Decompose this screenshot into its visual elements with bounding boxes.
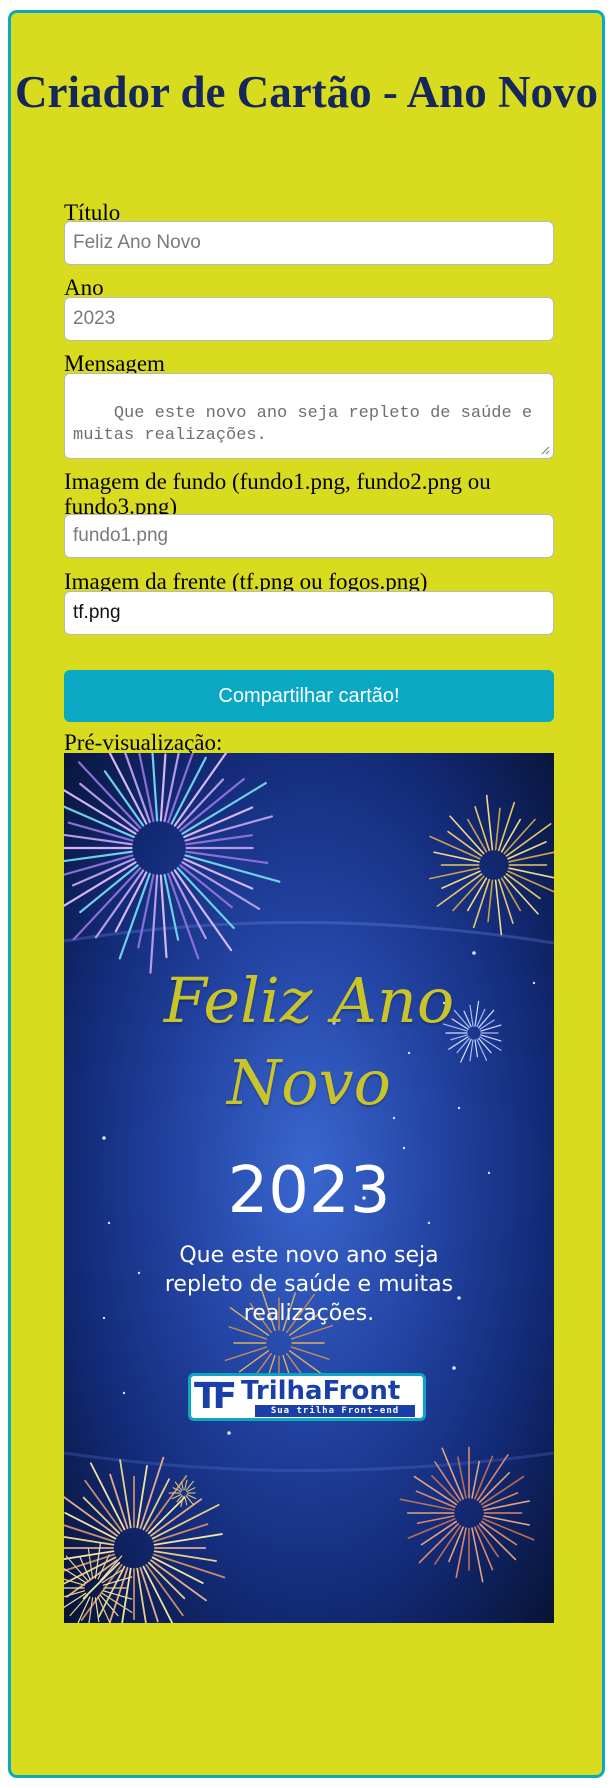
logo-tagline: Sua trilha Front-end [255, 1405, 415, 1417]
ano-placeholder: 2023 [73, 308, 116, 329]
firework-gold-right [429, 794, 554, 936]
preview-message: Que este novo ano seja repleto de saúde … [164, 1243, 454, 1326]
card-preview: Feliz Ano Novo 2023 Que este novo ano se… [64, 753, 554, 1623]
titulo-input[interactable]: Feliz Ano Novo [64, 221, 554, 265]
share-card-button[interactable]: Compartilhar cartão! [64, 670, 554, 722]
greeting-line-1: Feliz Ano [163, 964, 455, 1037]
frente-input[interactable]: tf.png [64, 591, 554, 635]
mensagem-textarea[interactable]: Que este novo ano seja repleto de saúde … [64, 373, 554, 459]
firework-purple [64, 753, 281, 974]
page-title: Criador de Cartão - Ano Novo [15, 67, 598, 117]
fundo-label: Imagem de fundo (fundo1.png, fundo2.png … [64, 469, 491, 519]
trilhafront-logo: TF TrilhaFront Sua trilha Front-end [188, 1373, 426, 1421]
preview-year: 2023 [227, 1154, 391, 1228]
preview-label: Pré-visualização: [64, 730, 223, 755]
logo-mark: TF [194, 1376, 237, 1417]
mensagem-placeholder: Que este novo ano seja repleto de saúde … [73, 404, 543, 445]
frente-value: tf.png [73, 602, 121, 623]
titulo-placeholder: Feliz Ano Novo [73, 232, 201, 253]
logo-name: TrilhaFront [241, 1376, 401, 1406]
fundo-placeholder: fundo1.png [73, 525, 169, 546]
ano-input[interactable]: 2023 [64, 297, 554, 341]
firework-gold-bottom-left [64, 1456, 226, 1623]
greeting-line-2: Novo [227, 1046, 391, 1119]
fundo-input[interactable]: fundo1.png [64, 514, 554, 558]
resize-handle-icon[interactable] [540, 445, 550, 455]
card-creator-panel: Criador de Cartão - Ano Novo Título Feli… [8, 10, 605, 1778]
